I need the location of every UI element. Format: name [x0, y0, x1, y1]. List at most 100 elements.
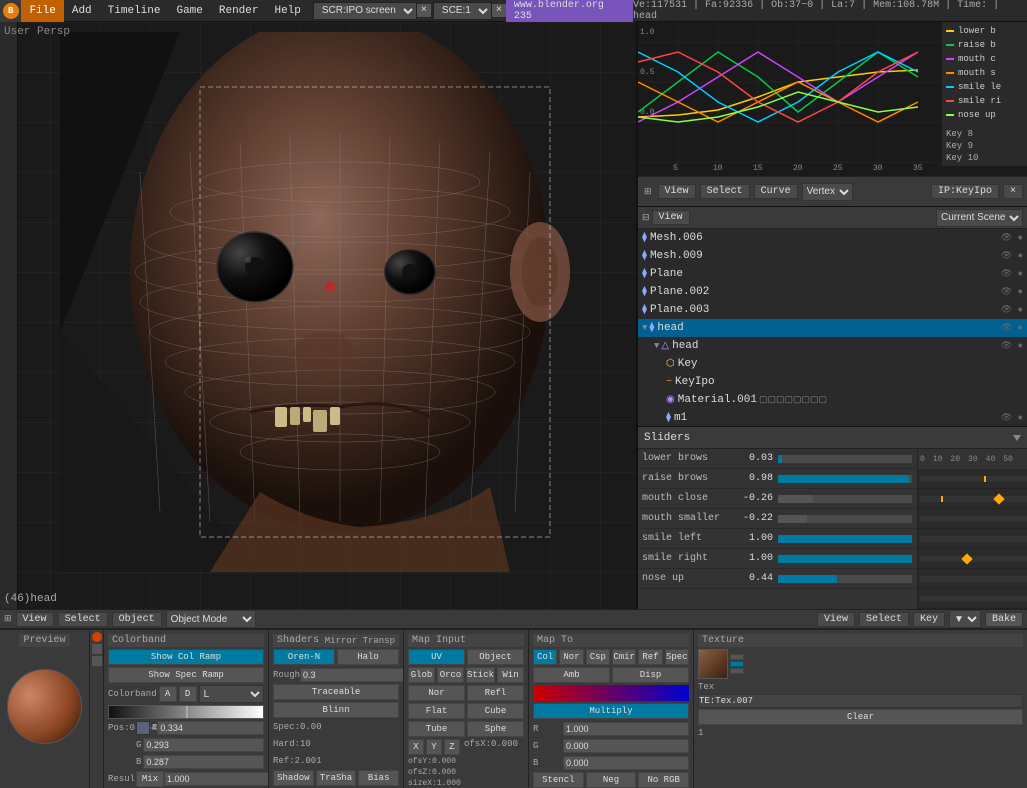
scene-selector[interactable]: SCE:1 — [433, 2, 492, 20]
game-menu[interactable]: Game — [168, 0, 210, 22]
object-btn[interactable]: Object — [467, 649, 524, 665]
outline-plane002[interactable]: ⧫ Plane.002 👁 ● — [638, 283, 1027, 301]
g-input[interactable] — [563, 739, 689, 753]
bias-btn[interactable]: Bias — [358, 770, 399, 786]
tex-slot-2[interactable] — [730, 661, 744, 667]
mapto-color-bar[interactable] — [533, 685, 689, 701]
cb-add-btn[interactable]: A — [159, 686, 177, 702]
ipo-ip-label[interactable]: IP:KeyIpo — [931, 184, 999, 199]
stick-btn[interactable]: Stick — [466, 667, 495, 683]
timeline-menu[interactable]: Timeline — [100, 0, 169, 22]
cb-color-swatch[interactable] — [136, 721, 150, 735]
colorband-gradient[interactable] — [108, 705, 264, 719]
refl-btn[interactable]: Refl — [467, 685, 524, 701]
texture-thumb[interactable] — [698, 649, 728, 679]
slider-mouth-smaller[interactable]: mouth smaller -0.22 — [638, 509, 917, 529]
uv-btn[interactable]: UV — [408, 649, 465, 665]
outline-mesh006[interactable]: ⧫ Mesh.006 👁 ● — [638, 229, 1027, 247]
outline-head-child[interactable]: ▼ △ head 👁 ● — [638, 337, 1027, 355]
screen-selector[interactable]: SCR:IPO screen — [313, 2, 417, 20]
bake-btn[interactable]: Bake — [985, 612, 1023, 627]
cb-b-input[interactable] — [143, 755, 264, 769]
website-link[interactable]: www.blender.org 235 — [506, 0, 633, 23]
viewport-object-btn[interactable]: Object — [112, 612, 162, 627]
help-menu[interactable]: Help — [266, 0, 308, 22]
sliders-collapse[interactable] — [1013, 435, 1021, 441]
viewport-select-btn[interactable]: Select — [58, 612, 108, 627]
slider-toolbar-view[interactable]: View — [817, 612, 855, 627]
ipo-select-btn[interactable]: Select — [700, 184, 750, 199]
nor-btn[interactable]: Nor — [408, 685, 465, 701]
flat-btn[interactable]: Flat — [408, 703, 465, 719]
outliner-scene-select[interactable]: Current Scene — [936, 209, 1023, 227]
outline-material[interactable]: ◉ Material.001 ▢▢▢▢▢▢▢▢ — [638, 391, 1027, 409]
ref-mapto-btn[interactable]: Ref — [638, 649, 662, 665]
slider-nose-up[interactable]: nose up 0.44 — [638, 569, 917, 589]
add-menu[interactable]: Add — [64, 0, 100, 22]
nor-mapto-btn[interactable]: Nor — [559, 649, 583, 665]
scene-close[interactable]: × — [492, 4, 506, 17]
ctx-btn-2[interactable] — [92, 644, 102, 654]
z-btn[interactable]: Z — [444, 739, 460, 755]
outline-key[interactable]: ⬡ Key — [638, 355, 1027, 373]
slider-raise-brows[interactable]: raise brows 0.98 — [638, 469, 917, 489]
clear-btn[interactable]: Clear — [698, 709, 1023, 725]
ipo-curve-btn[interactable]: Curve — [754, 184, 798, 199]
ctx-btn-3[interactable] — [92, 656, 102, 666]
amb-btn[interactable]: Amb — [533, 667, 610, 683]
orco-btn[interactable]: Orco — [437, 667, 464, 683]
csp-btn[interactable]: Csp — [586, 649, 610, 665]
screen-close[interactable]: × — [417, 4, 431, 17]
outline-head[interactable]: ▼ ⧫ head 👁 ● — [638, 319, 1027, 337]
col-btn[interactable]: Col — [533, 649, 557, 665]
slider-smile-right[interactable]: smile right 1.00 — [638, 549, 917, 569]
disp-btn[interactable]: Disp — [612, 667, 689, 683]
cb-del-btn[interactable]: D — [179, 686, 197, 702]
mix-btn[interactable]: Mix — [136, 771, 164, 787]
tex-name[interactable]: TE:Tex.007 — [698, 694, 1023, 708]
outline-plane[interactable]: ⧫ Plane 👁 ● — [638, 265, 1027, 283]
show-col-ramp-btn[interactable]: Show Col Ramp — [108, 649, 264, 665]
ipo-close[interactable]: × — [1003, 184, 1023, 199]
cb-r-input[interactable] — [157, 721, 264, 735]
slider-toolbar-select2[interactable]: ▼ — [949, 610, 981, 628]
ctx-btn-1[interactable] — [92, 632, 102, 642]
cb-g-input[interactable] — [143, 738, 264, 752]
slider-mouth-close[interactable]: mouth close -0.26 — [638, 489, 917, 509]
show-spec-ramp-btn[interactable]: Show Spec Ramp — [108, 667, 264, 683]
viewport-view-btn[interactable]: View — [16, 612, 54, 627]
oren-btn[interactable]: Oren-N — [273, 649, 335, 665]
x-btn[interactable]: X — [408, 739, 424, 755]
slider-lower-brows[interactable]: lower brows 0.03 — [638, 449, 917, 469]
tex-slot-3[interactable] — [730, 668, 744, 674]
trasha-btn[interactable]: TraSha — [316, 770, 357, 786]
spec-mapto-btn[interactable]: Spec — [665, 649, 689, 665]
cb-interp-select[interactable]: LELS — [199, 685, 264, 703]
cmir-btn[interactable]: Cmir — [612, 649, 636, 665]
win-btn[interactable]: Win — [497, 667, 524, 683]
shadow-btn[interactable]: Shadow — [273, 770, 314, 786]
outline-m1[interactable]: ⧫ m1 👁 ● — [638, 409, 1027, 427]
halo-btn[interactable]: Halo — [337, 649, 399, 665]
tex-slot-1[interactable] — [730, 654, 744, 660]
3d-viewport[interactable]: User Persp (46)head — [0, 22, 637, 609]
outline-mesh009[interactable]: ⧫ Mesh.009 👁 ● — [638, 247, 1027, 265]
slider-toolbar-key[interactable]: Key — [913, 612, 945, 627]
sphe-btn[interactable]: Sphe — [467, 721, 524, 737]
outline-keyipo[interactable]: ~ KeyIpo — [638, 373, 1027, 391]
tube-btn[interactable]: Tube — [408, 721, 465, 737]
norgb-btn[interactable]: No RGB — [638, 772, 689, 788]
blinn-btn[interactable]: Blinn — [273, 702, 399, 718]
cube-btn[interactable]: Cube — [467, 703, 524, 719]
glob-btn[interactable]: Glob — [408, 667, 435, 683]
viewport-mode-select[interactable]: Object Mode — [166, 610, 256, 628]
render-menu[interactable]: Render — [211, 0, 267, 22]
r-input[interactable] — [563, 722, 689, 736]
stencil-btn[interactable]: Stencl — [533, 772, 584, 788]
slider-toolbar-select[interactable]: Select — [859, 612, 909, 627]
ipo-view-btn[interactable]: View — [658, 184, 696, 199]
mix-input[interactable] — [164, 772, 269, 786]
slider-smile-left[interactable]: smile left 1.00 — [638, 529, 917, 549]
multiply-btn[interactable]: Multiply — [533, 703, 689, 719]
traceable-btn[interactable]: Traceable — [273, 684, 399, 700]
